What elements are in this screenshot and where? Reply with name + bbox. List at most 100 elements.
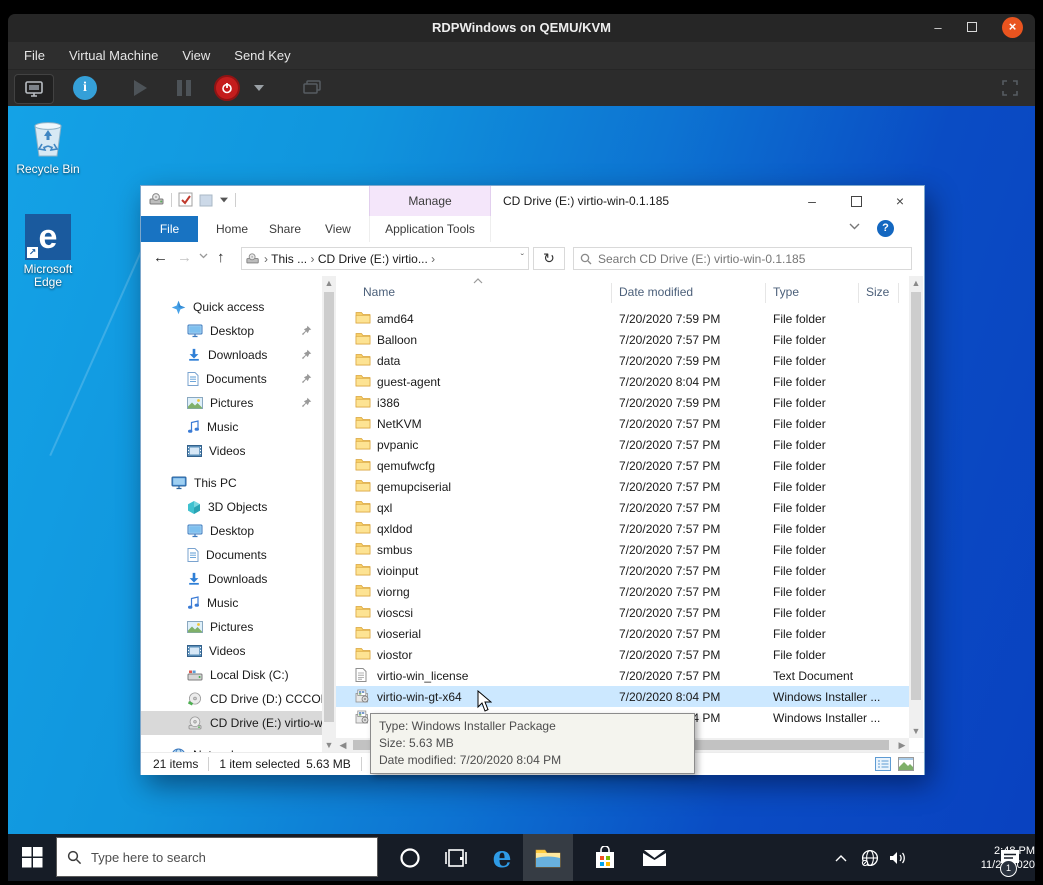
taskbar-search-input[interactable]: Type here to search	[56, 837, 378, 877]
taskbar-file-explorer-button[interactable]	[523, 834, 573, 881]
task-view-button[interactable]	[434, 834, 478, 881]
file-row-viorng[interactable]: viorng7/20/2020 7:57 PMFile folder	[336, 581, 909, 602]
vm-menu-send-key[interactable]: Send Key	[234, 48, 290, 63]
ribbon-collapse-chevron[interactable]	[849, 223, 860, 230]
taskbar-edge-button[interactable]: e	[480, 834, 524, 881]
scroll-left-arrow[interactable]: ◀	[336, 738, 350, 752]
sidebar-item-documents[interactable]: Documents	[141, 367, 322, 391]
file-row-i386[interactable]: i3867/20/2020 7:59 PMFile folder	[336, 392, 909, 413]
file-row-smbus[interactable]: smbus7/20/2020 7:57 PMFile folder	[336, 539, 909, 560]
file-row-qemufwcfg[interactable]: qemufwcfg7/20/2020 7:57 PMFile folder	[336, 455, 909, 476]
tab-share[interactable]: Share	[269, 216, 301, 242]
action-center-button[interactable]: 1	[991, 834, 1029, 881]
qat-customize-caret[interactable]	[220, 197, 228, 202]
sidebar-item-local-disk-c-[interactable]: Local Disk (C:)	[141, 663, 322, 687]
column-header-size[interactable]: Size	[866, 285, 889, 299]
file-row-guest-agent[interactable]: guest-agent7/20/2020 8:04 PMFile folder	[336, 371, 909, 392]
vm-minimize-button[interactable]: –	[927, 18, 949, 38]
sidebar-item-3d-objects[interactable]: 3D Objects	[141, 495, 322, 519]
start-button[interactable]	[8, 834, 56, 881]
sidebar-item-videos[interactable]: Videos	[141, 639, 322, 663]
sidebar-item-documents[interactable]: Documents	[141, 543, 322, 567]
column-header-type[interactable]: Type	[773, 285, 799, 299]
file-row-vioscsi[interactable]: vioscsi7/20/2020 7:57 PMFile folder	[336, 602, 909, 623]
file-row-vioserial[interactable]: vioserial7/20/2020 7:57 PMFile folder	[336, 623, 909, 644]
file-row-vioinput[interactable]: vioinput7/20/2020 7:57 PMFile folder	[336, 560, 909, 581]
scroll-right-arrow[interactable]: ▶	[895, 738, 909, 752]
sidebar-item-videos[interactable]: Videos	[141, 439, 322, 463]
file-row-qemupciserial[interactable]: qemupciserial7/20/2020 7:57 PMFile folde…	[336, 476, 909, 497]
properties-check-icon[interactable]	[178, 192, 193, 207]
forward-button[interactable]: →	[177, 249, 192, 267]
tab-home[interactable]: Home	[216, 216, 248, 242]
details-view-button[interactable]	[875, 757, 891, 771]
vm-cascade-button[interactable]	[296, 74, 328, 102]
vm-window-titlebar[interactable]: RDPWindows on QEMU/KVM – ×	[8, 14, 1035, 43]
explorer-search-input[interactable]: Search CD Drive (E:) virtio-win-0.1.185	[573, 247, 912, 270]
file-row-viostor[interactable]: viostor7/20/2020 7:57 PMFile folder	[336, 644, 909, 665]
explorer-titlebar[interactable]: Manage CD Drive (E:) virtio-win-0.1.185 …	[141, 186, 924, 216]
sidebar-item-desktop[interactable]: Desktop	[141, 519, 322, 543]
sidebar-section-this-pc[interactable]: This PC	[141, 471, 322, 495]
show-console-button[interactable]	[14, 74, 54, 104]
taskbar-mail-button[interactable]	[632, 834, 676, 881]
sidebar-item-pictures[interactable]: Pictures	[141, 391, 322, 415]
recent-locations-caret[interactable]	[199, 253, 208, 259]
breadcrumb-item[interactable]: CD Drive (E:) virtio...	[318, 252, 428, 266]
up-button[interactable]: ↑	[217, 249, 225, 267]
new-folder-icon[interactable]	[199, 193, 213, 207]
desktop-icon-microsoft-edge[interactable]: e ↗ MicrosoftEdge	[12, 214, 84, 289]
address-bar[interactable]: › This ... › CD Drive (E:) virtio... › ˇ	[241, 247, 529, 270]
file-row-qxldod[interactable]: qxldod7/20/2020 7:57 PMFile folder	[336, 518, 909, 539]
contextual-tab-manage[interactable]: Manage	[369, 186, 491, 216]
sidebar-item-music[interactable]: Music	[141, 415, 322, 439]
vm-maximize-button[interactable]	[961, 18, 983, 38]
column-header-date-modified[interactable]: Date modified	[619, 285, 693, 299]
tab-view[interactable]: View	[325, 216, 351, 242]
vm-menu-virtual-machine[interactable]: Virtual Machine	[69, 48, 158, 63]
file-row-virtio-win-gt-x64[interactable]: virtio-win-gt-x647/20/2020 8:04 PMWindow…	[336, 686, 909, 707]
column-header-name[interactable]: Name	[363, 285, 395, 299]
tray-show-hidden-icons-button[interactable]	[827, 834, 855, 881]
sidebar-scrollbar[interactable]: ▲ ▼	[322, 276, 336, 752]
refresh-button[interactable]: ↻	[533, 247, 565, 270]
sidebar-item-downloads[interactable]: Downloads	[141, 567, 322, 591]
pause-vm-button[interactable]	[170, 74, 198, 102]
help-button[interactable]: ?	[877, 220, 894, 237]
back-button[interactable]: ←	[153, 249, 168, 267]
sidebar-item-pictures[interactable]: Pictures	[141, 615, 322, 639]
sidebar-item-cd-drive-e-virtio-win-0[interactable]: CD Drive (E:) virtio-win-0	[141, 711, 322, 735]
scroll-up-arrow[interactable]: ▲	[909, 276, 923, 290]
explorer-minimize-button[interactable]: –	[790, 186, 834, 216]
cortana-button[interactable]	[388, 834, 432, 881]
file-row-virtio-win-license[interactable]: virtio-win_license7/20/2020 7:57 PMText …	[336, 665, 909, 686]
scroll-down-arrow[interactable]: ▼	[909, 724, 923, 738]
tray-network-button[interactable]	[855, 834, 885, 881]
vm-close-button[interactable]: ×	[1002, 17, 1023, 38]
sidebar-item-cd-drive-d-cccoma-[interactable]: CD Drive (D:) CCCOMA_	[141, 687, 322, 711]
run-vm-button[interactable]	[126, 74, 154, 102]
taskbar-store-button[interactable]	[583, 834, 627, 881]
tray-volume-button[interactable]	[883, 834, 913, 881]
scrollbar-thumb[interactable]	[911, 292, 921, 700]
address-dropdown-caret[interactable]: ˇ	[521, 253, 524, 264]
explorer-maximize-button[interactable]	[834, 186, 878, 216]
shutdown-menu-caret[interactable]	[248, 74, 270, 102]
file-list-vscrollbar[interactable]: ▲ ▼	[909, 276, 923, 738]
file-row-amd64[interactable]: amd647/20/2020 7:59 PMFile folder	[336, 308, 909, 329]
large-icons-view-button[interactable]	[898, 757, 914, 771]
sidebar-section-network[interactable]: Network	[141, 743, 322, 752]
sidebar-item-downloads[interactable]: Downloads	[141, 343, 322, 367]
file-row-data[interactable]: data7/20/2020 7:59 PMFile folder	[336, 350, 909, 371]
scrollbar-thumb[interactable]	[324, 292, 334, 722]
breadcrumb-item[interactable]: This ...	[271, 252, 307, 266]
vm-menu-view[interactable]: View	[182, 48, 210, 63]
sidebar-section-quick-access[interactable]: Quick access	[141, 295, 322, 319]
sidebar-item-desktop[interactable]: Desktop	[141, 319, 322, 343]
tab-file[interactable]: File	[141, 216, 198, 242]
scroll-down-arrow[interactable]: ▼	[322, 738, 336, 752]
shutdown-vm-button[interactable]	[212, 74, 242, 102]
file-row-netkvm[interactable]: NetKVM7/20/2020 7:57 PMFile folder	[336, 413, 909, 434]
file-row-balloon[interactable]: Balloon7/20/2020 7:57 PMFile folder	[336, 329, 909, 350]
tab-application-tools[interactable]: Application Tools	[369, 216, 491, 242]
